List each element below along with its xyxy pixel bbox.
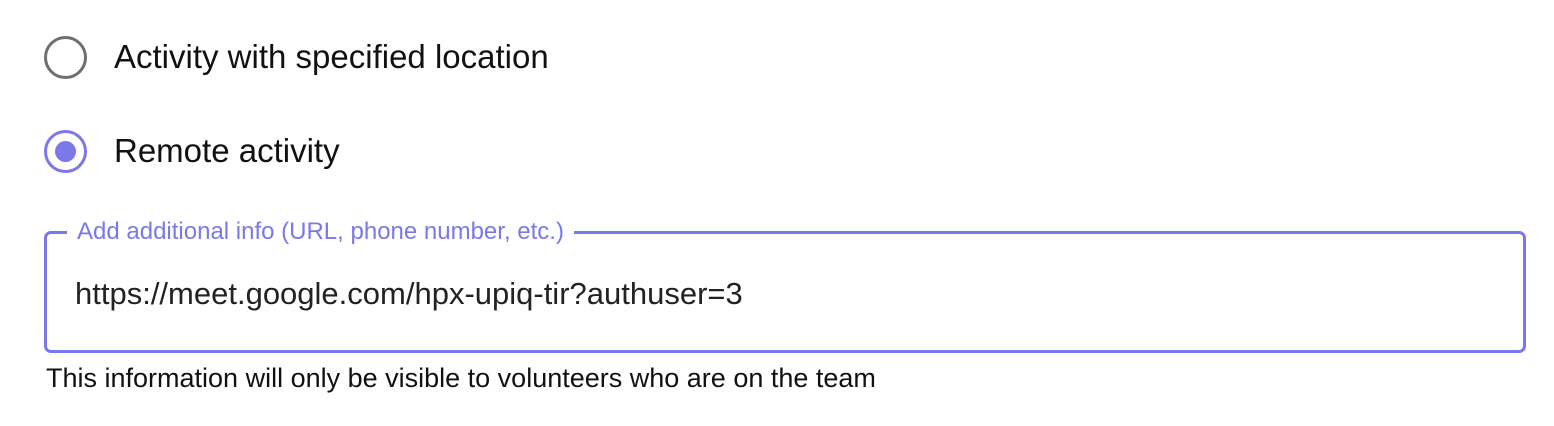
radio-selected-dot	[55, 140, 76, 162]
additional-info-field[interactable]: Add additional info (URL, phone number, …	[44, 215, 1526, 353]
helper-text: This information will only be visible to…	[46, 363, 876, 393]
additional-info-input[interactable]	[75, 272, 1475, 316]
additional-info-label: Add additional info (URL, phone number, …	[67, 215, 574, 249]
location-form: Activity with specified location Remote …	[0, 0, 1554, 426]
radio-label-specified-location: Activity with specified location	[114, 38, 549, 75]
radio-label-remote-activity: Remote activity	[114, 132, 340, 169]
radio-button-checked[interactable]	[44, 129, 87, 173]
radio-option-remote-activity[interactable]: Remote activity	[44, 129, 340, 173]
radio-button-unchecked[interactable]	[44, 35, 87, 79]
radio-option-specified-location[interactable]: Activity with specified location	[44, 35, 549, 79]
